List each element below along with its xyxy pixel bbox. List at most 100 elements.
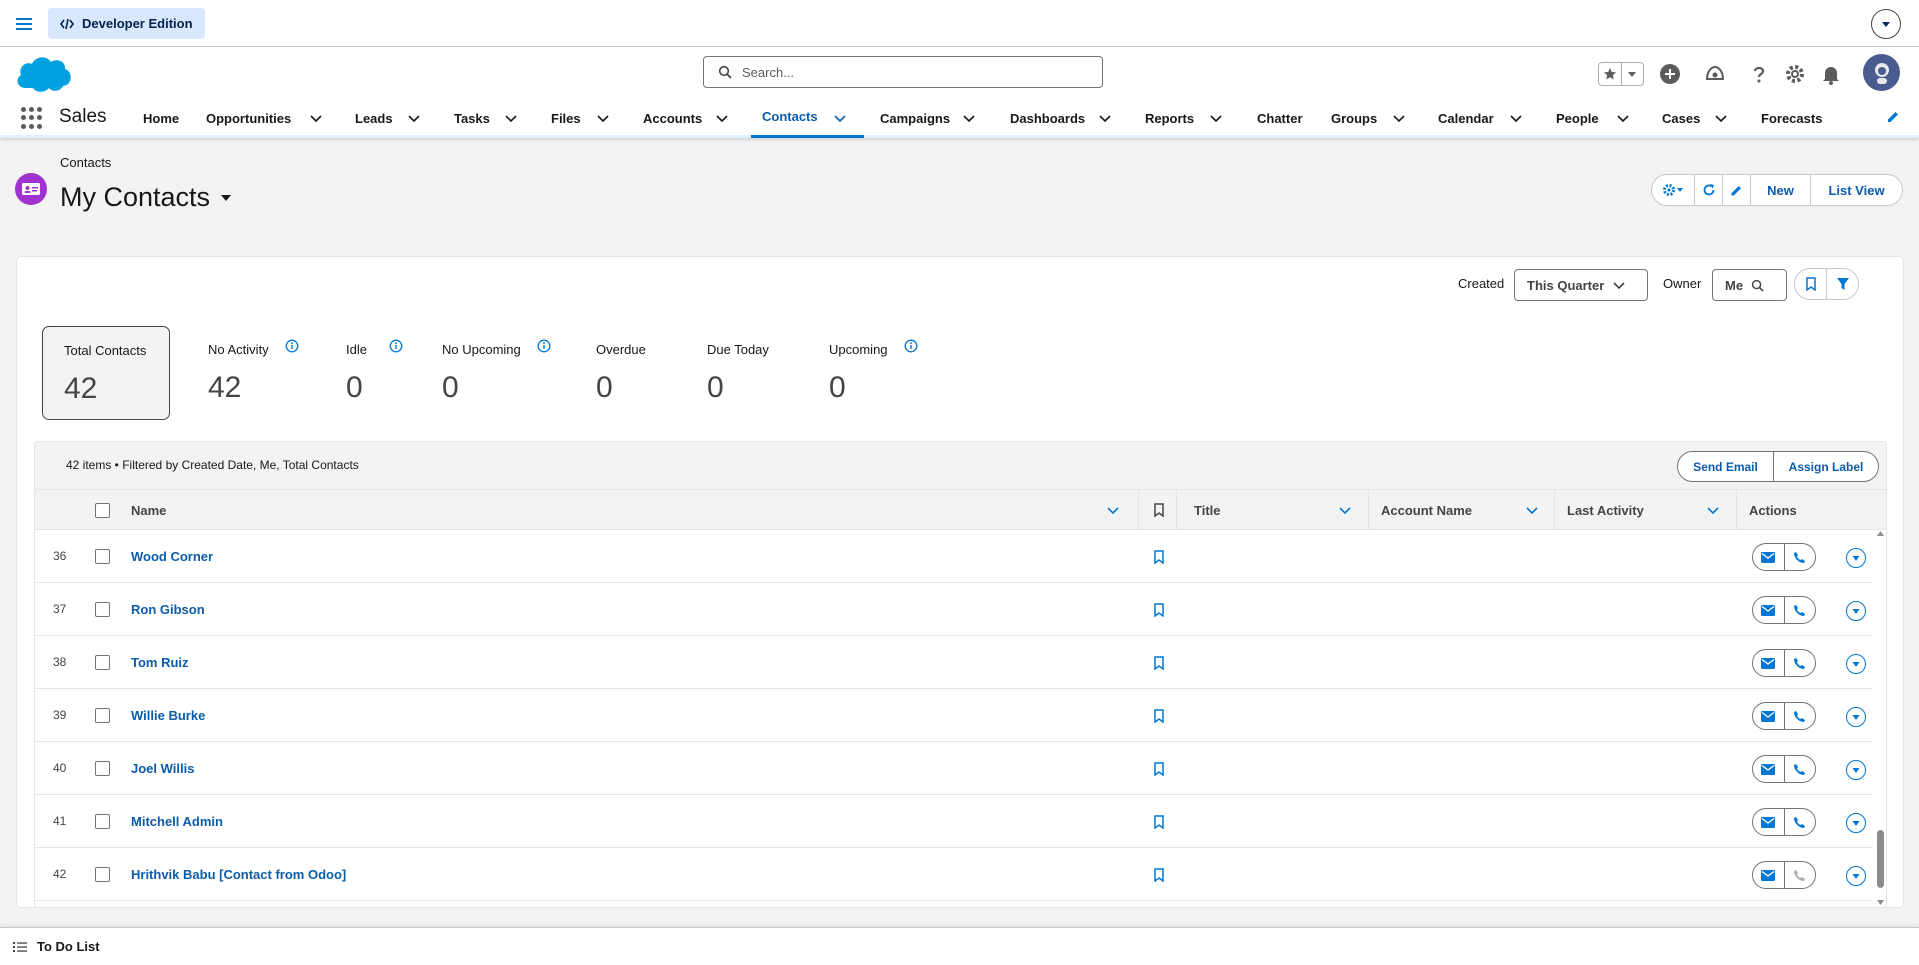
row-menu-chevron-icon[interactable] (1846, 866, 1866, 886)
metric-idle[interactable]: Idle 0 (346, 325, 403, 420)
salesforce-logo[interactable] (14, 52, 74, 94)
cases-chevron-icon[interactable] (1713, 110, 1729, 126)
column-header-account-name[interactable]: Account Name (1381, 490, 1472, 530)
row-checkbox[interactable] (95, 549, 110, 564)
row-checkbox[interactable] (95, 761, 110, 776)
contact-name-link[interactable]: Willie Burke (131, 708, 205, 723)
row-menu-chevron-icon[interactable] (1846, 760, 1866, 780)
global-create-icon[interactable] (1657, 61, 1683, 87)
list-view-chevron-icon[interactable] (220, 192, 232, 204)
phone-icon[interactable] (1783, 756, 1816, 782)
bookmark-icon[interactable] (1153, 815, 1165, 829)
inline-edit-pencil-icon[interactable] (1722, 175, 1750, 205)
developer-edition-badge[interactable]: Developer Edition (48, 8, 205, 39)
scroll-up-icon[interactable] (1876, 530, 1885, 537)
select-all-checkbox[interactable] (95, 490, 110, 530)
nav-item-leads[interactable]: Leads (355, 98, 393, 138)
row-checkbox[interactable] (95, 814, 110, 829)
list-view-button[interactable]: List View (1810, 175, 1902, 205)
nav-item-tasks[interactable]: Tasks (454, 98, 490, 138)
help-icon[interactable] (1746, 61, 1772, 87)
row-checkbox[interactable] (95, 867, 110, 882)
refresh-icon[interactable] (1694, 175, 1722, 205)
nav-item-dashboards[interactable]: Dashboards (1010, 98, 1085, 138)
column-header-bookmark-icon[interactable] (1153, 490, 1165, 530)
contact-name-link[interactable]: Hrithvik Babu [Contact from Odoo] (131, 867, 346, 882)
email-icon[interactable] (1753, 703, 1784, 729)
nav-item-calendar[interactable]: Calendar (1438, 98, 1494, 138)
nav-item-reports[interactable]: Reports (1145, 98, 1194, 138)
bookmark-icon[interactable] (1153, 656, 1165, 670)
user-avatar[interactable] (1863, 54, 1900, 91)
hamburger-menu-icon[interactable] (14, 14, 34, 34)
app-launcher-icon[interactable] (21, 107, 43, 129)
nav-item-cases[interactable]: Cases (1662, 98, 1700, 138)
opportunities-chevron-icon[interactable] (308, 110, 324, 126)
email-icon[interactable] (1753, 809, 1784, 835)
metric-no-activity[interactable]: No Activity 42 (208, 325, 299, 420)
last-activity-column-chevron-icon[interactable] (1705, 502, 1721, 518)
calendar-chevron-icon[interactable] (1508, 110, 1524, 126)
email-icon[interactable] (1753, 756, 1784, 782)
accounts-chevron-icon[interactable] (714, 110, 730, 126)
edit-nav-pencil-icon[interactable] (1885, 109, 1901, 125)
metric-upcoming[interactable]: Upcoming 0 (829, 325, 918, 420)
notifications-bell-icon[interactable] (1818, 61, 1844, 87)
contact-name-link[interactable]: Joel Willis (131, 761, 194, 776)
info-icon[interactable] (537, 339, 551, 353)
nav-item-home[interactable]: Home (143, 98, 179, 138)
nav-item-accounts[interactable]: Accounts (643, 98, 702, 138)
star-icon[interactable] (1599, 63, 1621, 85)
global-search-input[interactable]: Search... (703, 56, 1103, 88)
files-chevron-icon[interactable] (595, 110, 611, 126)
email-icon[interactable] (1753, 650, 1784, 676)
metric-total-contacts[interactable]: Total Contacts 42 (42, 326, 170, 420)
assign-label-button[interactable]: Assign Label (1773, 452, 1878, 481)
row-checkbox[interactable] (95, 602, 110, 617)
bookmark-icon[interactable] (1153, 868, 1165, 882)
list-settings-gear-icon[interactable] (1652, 175, 1694, 205)
nav-item-opportunities[interactable]: Opportunities (206, 98, 291, 138)
groups-chevron-icon[interactable] (1391, 110, 1407, 126)
list-scrollbar[interactable] (1873, 530, 1886, 907)
nav-item-forecasts[interactable]: Forecasts (1761, 98, 1822, 138)
bookmark-label-icon[interactable] (1795, 269, 1826, 299)
bookmark-icon[interactable] (1153, 709, 1165, 723)
scroll-thumb[interactable] (1877, 830, 1884, 888)
info-icon[interactable] (285, 339, 299, 353)
phone-icon[interactable] (1783, 597, 1816, 623)
row-checkbox[interactable] (95, 708, 110, 723)
info-icon[interactable] (389, 339, 403, 353)
bookmark-icon[interactable] (1153, 603, 1165, 617)
contact-name-link[interactable]: Tom Ruiz (131, 655, 189, 670)
nav-item-people[interactable]: People (1556, 98, 1599, 138)
account-column-chevron-icon[interactable] (1524, 502, 1540, 518)
owner-filter-input[interactable]: Me (1712, 269, 1787, 301)
bookmark-icon[interactable] (1153, 762, 1165, 776)
leads-chevron-icon[interactable] (406, 110, 422, 126)
contact-name-link[interactable]: Mitchell Admin (131, 814, 223, 829)
filter-icon[interactable] (1826, 269, 1858, 299)
people-chevron-icon[interactable] (1615, 110, 1631, 126)
metric-due-today[interactable]: Due Today 0 (707, 325, 769, 420)
scroll-down-icon[interactable] (1876, 899, 1885, 906)
row-menu-chevron-icon[interactable] (1846, 707, 1866, 727)
email-icon[interactable] (1753, 862, 1784, 888)
row-checkbox[interactable] (95, 655, 110, 670)
name-column-chevron-icon[interactable] (1105, 502, 1121, 518)
column-header-name[interactable]: Name (131, 490, 166, 530)
nav-item-groups[interactable]: Groups (1331, 98, 1377, 138)
phone-icon[interactable] (1783, 809, 1816, 835)
favorites-button[interactable] (1598, 62, 1644, 86)
todo-list-utility[interactable]: To Do List (13, 939, 100, 954)
dashboards-chevron-icon[interactable] (1097, 110, 1113, 126)
bookmark-icon[interactable] (1153, 550, 1165, 564)
info-icon[interactable] (904, 339, 918, 353)
chevron-down-icon[interactable] (1871, 9, 1901, 39)
contact-name-link[interactable]: Wood Corner (131, 549, 213, 564)
phone-icon[interactable] (1783, 703, 1816, 729)
campaigns-chevron-icon[interactable] (961, 110, 977, 126)
column-header-title[interactable]: Title (1194, 490, 1221, 530)
email-icon[interactable] (1753, 544, 1784, 570)
contacts-chevron-icon[interactable] (832, 110, 848, 126)
